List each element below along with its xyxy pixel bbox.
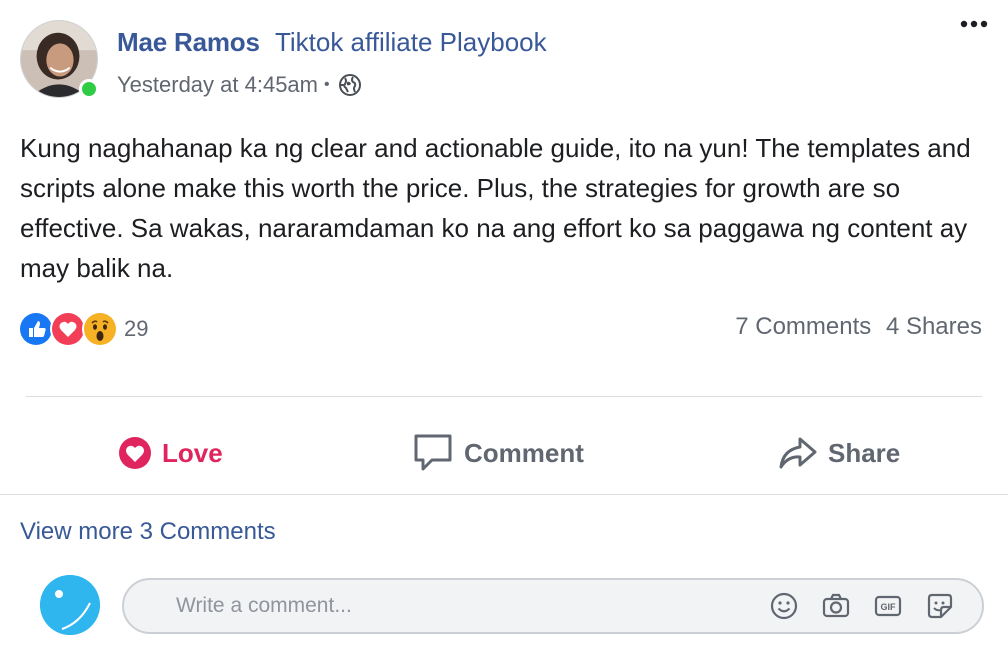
comment-button-label: Comment <box>464 437 584 468</box>
post-body-text: Kung naghahanap ka ng clear and actionab… <box>20 133 971 283</box>
love-reaction-icon <box>50 311 86 347</box>
commenter-avatar[interactable] <box>40 575 100 635</box>
love-button-label: Love <box>162 437 223 468</box>
composer-tools: GIF <box>748 590 956 622</box>
globe-icon[interactable] <box>338 73 362 97</box>
post-timestamp[interactable]: Yesterday at 4:45am <box>117 71 318 99</box>
svg-text:GIF: GIF <box>881 602 897 612</box>
love-heart-icon <box>119 437 151 469</box>
feed-post: Mae Ramos Tiktok affiliate Playbook Yest… <box>0 0 1008 652</box>
emoji-icon[interactable] <box>768 590 800 622</box>
author-name-link[interactable]: Mae Ramos <box>117 27 260 57</box>
comment-bubble-icon <box>414 434 452 471</box>
camera-icon[interactable] <box>820 590 852 622</box>
like-reaction-icon <box>18 311 54 347</box>
shares-count-link[interactable]: 4 Shares <box>886 313 982 340</box>
group-name-link[interactable]: Tiktok affiliate Playbook <box>275 27 547 57</box>
post-meta: Yesterday at 4:45am • <box>117 71 362 99</box>
post-stats: 7 Comments 4 Shares <box>735 313 982 341</box>
comments-count-link[interactable]: 7 Comments <box>735 313 871 340</box>
reaction-summary[interactable]: 29 <box>18 310 148 348</box>
meta-separator: • <box>324 76 330 93</box>
share-button[interactable]: Share <box>778 428 900 478</box>
sticker-icon[interactable] <box>924 590 956 622</box>
post-header-title: Mae Ramos Tiktok affiliate Playbook <box>117 26 547 58</box>
divider <box>26 396 982 397</box>
comment-button[interactable]: Comment <box>412 428 584 478</box>
online-status-dot <box>79 79 99 99</box>
comment-input[interactable] <box>174 593 748 619</box>
gif-icon[interactable]: GIF <box>872 590 904 622</box>
share-arrow-icon <box>779 437 817 469</box>
divider <box>0 494 1008 495</box>
love-button[interactable]: Love <box>118 428 223 478</box>
more-options-icon[interactable] <box>958 14 990 34</box>
reaction-count: 29 <box>124 316 149 341</box>
view-more-comments-link[interactable]: View more 3 Comments <box>20 518 276 546</box>
wow-reaction-icon <box>82 311 118 347</box>
comment-composer[interactable]: GIF <box>122 578 984 634</box>
share-button-label: Share <box>828 437 901 468</box>
commenter-photo <box>40 575 100 635</box>
